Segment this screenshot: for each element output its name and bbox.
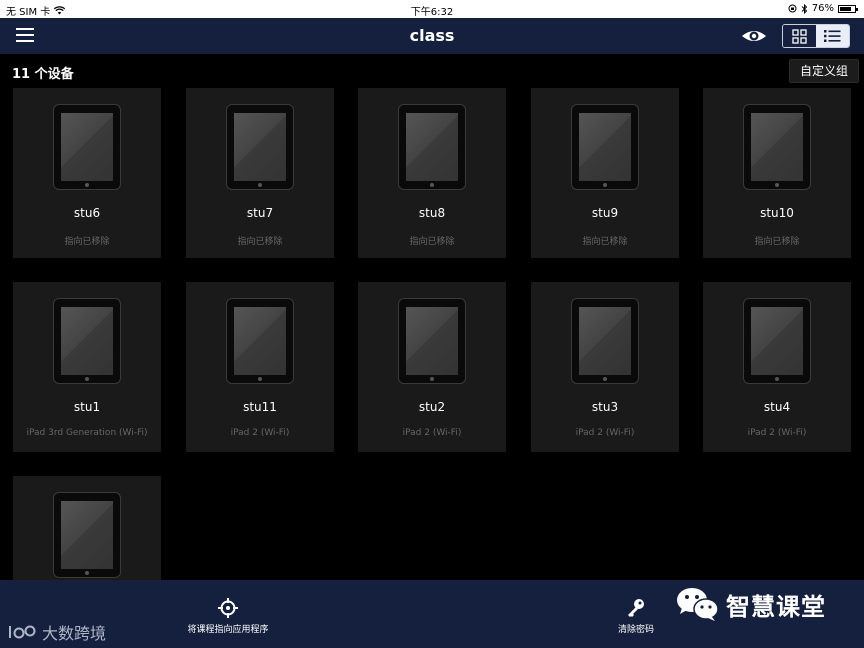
device-model: iPad 2 (Wi-Fi) [402,428,462,438]
clear-password-button[interactable]: 清除密码 [606,598,666,635]
device-model: iPad 2 (Wi-Fi) [747,428,807,438]
rotation-lock-icon [788,4,797,13]
device-name: stu9 [591,206,619,220]
bluetooth-icon [801,3,807,14]
key-icon [628,599,644,617]
ipad-icon [226,104,294,190]
device-model: iPad 2 (Wi-Fi) [575,428,635,438]
ipad-icon [398,298,466,384]
device-name: stu8 [418,206,446,220]
view-mode-toggle [782,24,850,48]
list-view-button[interactable] [816,25,849,47]
ipad-icon [53,298,121,384]
grid-view-icon [792,28,807,44]
device-card[interactable]: stu9 指向已移除 [531,88,679,258]
battery-percent: 76% [811,3,834,14]
ipad-icon [743,104,811,190]
ipad-icon [398,104,466,190]
crosshair-icon [218,598,238,618]
device-status: 指向已移除 [237,237,283,247]
point-to-app-button[interactable]: 将课程指向应用程序 [170,598,286,635]
point-to-app-label: 将课程指向应用程序 [187,625,269,635]
wechat-account-name: 智慧课堂 [726,592,826,621]
device-card[interactable]: stu4 iPad 2 (Wi-Fi) [703,282,851,452]
ipad-icon [571,104,639,190]
device-card[interactable]: stu8 指向已移除 [358,88,506,258]
ipad-icon [743,298,811,384]
device-model: iPad 3rd Generation (Wi-Fi) [26,428,148,438]
clock: 下午6:32 [410,7,454,18]
device-card[interactable]: stu10 指向已移除 [703,88,851,258]
grid-view-button[interactable] [783,25,816,47]
device-name: stu4 [763,400,791,414]
device-card[interactable]: stu2 iPad 2 (Wi-Fi) [358,282,506,452]
device-status: 指向已移除 [582,237,628,247]
brand-logo-icon [9,625,36,639]
ipad-icon [226,298,294,384]
device-card[interactable]: stu7 指向已移除 [186,88,334,258]
device-status: 指向已移除 [64,237,110,247]
wechat-watermark: 智慧课堂 [676,586,826,622]
ipad-icon [53,104,121,190]
device-name: stu6 [73,206,101,220]
battery-icon [838,4,858,13]
page-title: class [409,26,455,45]
device-card[interactable]: stu3 iPad 2 (Wi-Fi) [531,282,679,452]
wechat-icon [677,588,719,621]
device-name: stu11 [243,400,277,414]
device-card[interactable]: stu6 指向已移除 [13,88,161,258]
clear-password-label: 清除密码 [617,625,654,635]
brand-watermark: 大数跨境 [8,620,106,644]
device-card[interactable]: stu11 iPad 2 (Wi-Fi) [186,282,334,452]
device-name: stu3 [591,400,619,414]
device-name: stu7 [246,206,274,220]
custom-group-button[interactable]: 自定义组 [789,59,859,83]
device-status: 指向已移除 [409,237,455,247]
device-model: iPad 2 (Wi-Fi) [230,428,290,438]
navigation-bar: class [0,18,864,54]
eye-icon[interactable] [741,27,767,45]
list-view-icon [824,30,841,42]
ipad-icon [53,492,121,578]
device-name: stu1 [73,400,101,414]
brand-name: 大数跨境 [42,624,107,643]
status-bar: 无 SIM 卡 下午6:32 76% [0,0,864,18]
device-name: stu2 [418,400,446,414]
device-name: stu10 [760,206,794,220]
ipad-icon [571,298,639,384]
device-card[interactable]: stu1 iPad 3rd Generation (Wi-Fi) [13,282,161,452]
device-count: 11 个设备 [12,67,74,82]
device-status: 指向已移除 [754,237,800,247]
